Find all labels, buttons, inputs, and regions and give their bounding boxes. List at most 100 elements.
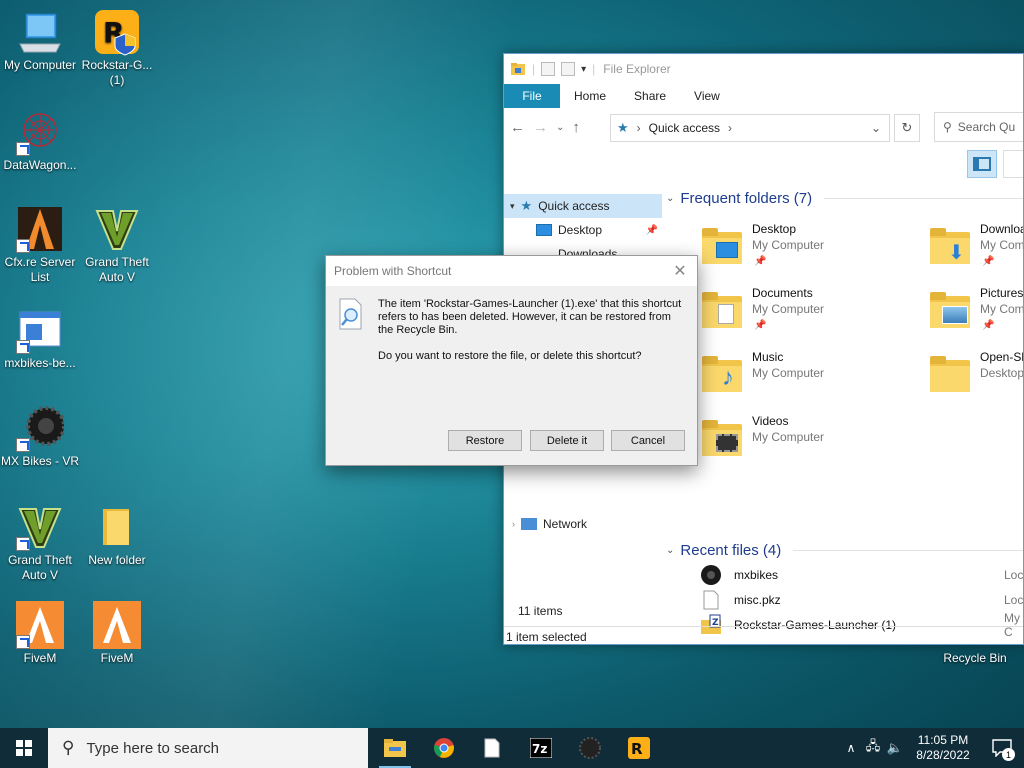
cancel-button[interactable]: Cancel [611,430,685,451]
taskbar-rockstar[interactable]: R [619,732,659,764]
pin-icon: 📌 [982,320,995,331]
tab-view[interactable]: View [680,84,734,108]
details-pane-button[interactable] [1003,150,1023,178]
forward-arrow-icon[interactable]: → [533,119,548,136]
folder-item-downloads[interactable]: ⬇ Downloa My Com 📌 [894,220,1023,280]
customize-toolbar-icon[interactable]: ▾ [581,64,586,75]
taskbar-search-box[interactable]: ⚲ Type here to search [48,728,368,768]
windows-logo-icon [16,740,32,756]
desktop-icon-mxbikes-vr[interactable]: MX Bikes - VR [0,404,80,469]
recent-locations-icon[interactable]: ⌄ [556,122,564,133]
tab-home[interactable]: Home [560,84,620,108]
delete-it-button[interactable]: Delete it [530,430,604,451]
desktop-icon-new-folder[interactable]: New folder [77,503,157,568]
videos-folder-icon [702,420,742,460]
content-pane: ⌄ Frequent folders (7) Desktop My Comput… [666,186,1023,639]
ribbon-tabs: File Home Share View [504,84,1023,108]
back-arrow-icon[interactable]: ← [510,119,525,136]
start-button[interactable] [0,728,48,768]
music-folder-icon: ♪ [702,356,742,396]
desktop-icon-fivem-1[interactable]: FiveM [0,601,80,666]
system-tray: ∧ 🖧 🔈 11:05 PM 8/28/2022 1 [840,728,1024,768]
refresh-button[interactable]: ↻ [894,114,920,142]
folder-item-desktop[interactable]: Desktop My Computer 📌 [666,220,886,280]
close-icon: ✕ [673,263,687,280]
tire-icon [579,737,601,759]
folder-item-open-shell[interactable]: Open-Sh Desktop [894,348,1023,408]
recent-file-row[interactable]: mxbikes Loca [666,562,1023,587]
view-buttons [967,150,1023,178]
chevron-down-icon: ⌄ [666,544,675,556]
clock-date: 8/28/2022 [916,748,970,762]
cfx-icon [16,205,64,253]
chevron-down-icon[interactable]: ⌄ [871,121,881,135]
volume-icon[interactable]: 🔈 [884,740,906,756]
status-bar: 11 items 1 item selected [504,602,1023,644]
dialog-body: The item 'Rockstar-Games-Launcher (1).ex… [326,286,697,465]
taskbar-7zip[interactable]: 7z [521,732,561,764]
address-bar[interactable]: ★ › Quick access › ⌄ [610,114,890,142]
selection-status: 1 item selected [504,626,1023,644]
restore-button[interactable]: Restore [448,430,522,451]
nav-item-quick-access[interactable]: ▾ ★ Quick access [504,194,662,218]
gta-v-icon [16,503,64,551]
pictures-folder-icon [930,292,970,332]
preview-pane-button[interactable] [967,150,997,178]
document-search-icon [338,298,364,330]
nav-item-network[interactable]: › Network [504,512,662,536]
frequent-folders-header[interactable]: ⌄ Frequent folders (7) [666,186,1023,210]
file-explorer-icon [384,739,406,757]
network-icon[interactable]: 🖧 [862,737,884,759]
close-button[interactable]: ✕ [669,260,691,282]
computer-icon [16,8,64,56]
dialog-question: Do you want to restore the file, or dele… [378,350,642,362]
desktop-icon-my-computer[interactable]: My Computer [0,8,80,73]
folder-item-documents[interactable]: Documents My Computer 📌 [666,284,886,344]
desktop-folder-icon [702,228,742,268]
desktop-icon-datawagon[interactable]: DataWagon... [0,108,80,173]
folder-item-pictures[interactable]: Pictures My Com 📌 [894,284,1023,344]
explorer-titlebar: | ▾ | File Explorer [504,54,1023,84]
recent-files-header[interactable]: ⌄ Recent files (4) [666,538,1023,562]
new-folder-icon[interactable] [561,62,576,76]
gta-v-icon [93,205,141,253]
nav-item-desktop[interactable]: Desktop 📌 [504,218,662,242]
chevron-up-icon[interactable]: ∧ [840,741,862,755]
address-text: Quick access [648,121,721,135]
desktop-icon-recycle-bin[interactable]: Recycle Bin [935,651,1015,666]
taskbar-mxbikes[interactable] [570,732,610,764]
tab-file[interactable]: File [504,84,560,108]
dialog-message: The item 'Rockstar-Games-Launcher (1).ex… [378,298,682,336]
properties-icon[interactable] [541,62,556,76]
pin-icon[interactable]: 📌 [646,225,658,236]
desktop-icon-gta-bottom[interactable]: Grand Theft Auto V [0,503,80,583]
shortcut-arrow-icon [16,239,30,253]
clock[interactable]: 11:05 PM 8/28/2022 [906,733,980,763]
pin-icon: 📌 [754,256,767,267]
up-arrow-icon[interactable]: ↑ [572,119,580,136]
desktop-icon-gta-top[interactable]: Grand Theft Auto V [77,205,157,285]
notifications-button[interactable]: 1 [980,728,1024,768]
desktop-icon-rockstar[interactable]: R Rockstar-G... (1) [77,8,157,88]
desktop-icon [536,224,552,236]
window-title: File Explorer [603,62,671,76]
pin-icon: 📌 [982,256,995,267]
7zip-icon: 7z [530,738,552,758]
problem-with-shortcut-dialog[interactable]: Problem with Shortcut ✕ The item 'Rockst… [325,255,698,466]
desktop-icon-mxbikes-be[interactable]: mxbikes-be... [0,306,80,371]
network-icon [521,518,537,530]
taskbar-notepad[interactable] [472,732,512,764]
tab-share[interactable]: Share [620,84,680,108]
desktop-icon-fivem-2[interactable]: FiveM [77,601,157,666]
search-icon: ⚲ [943,120,952,134]
application-window-icon [16,306,64,354]
taskbar-chrome[interactable] [424,732,464,764]
shortcut-arrow-icon [16,438,30,452]
search-input[interactable]: ⚲ Search Qu [934,112,1023,142]
tire-icon [700,564,722,586]
taskbar-file-explorer[interactable] [375,732,415,768]
chevron-down-icon: ⌄ [666,192,675,204]
folder-item-music[interactable]: ♪ Music My Computer [666,348,886,408]
desktop-icon-cfx[interactable]: Cfx.re Server List [0,205,80,285]
folder-item-videos[interactable]: Videos My Computer [666,412,886,472]
